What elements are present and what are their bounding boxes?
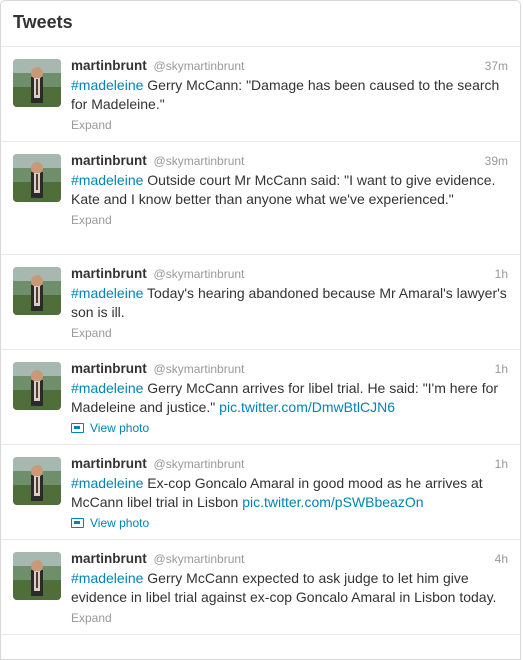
tweet-meta: martinbrunt @skymartinbrunt bbox=[71, 265, 508, 283]
author-name[interactable]: martinbrunt bbox=[71, 266, 147, 281]
author-name[interactable]: martinbrunt bbox=[71, 361, 147, 376]
photo-icon bbox=[71, 518, 84, 528]
avatar-image bbox=[13, 457, 61, 505]
avatar[interactable] bbox=[13, 59, 61, 107]
tweet-text: #madeleine Gerry McCann: "Damage has bee… bbox=[71, 76, 508, 113]
avatar[interactable] bbox=[13, 154, 61, 202]
avatar[interactable] bbox=[13, 362, 61, 410]
tweet-item[interactable]: martinbrunt @skymartinbrunt 39m #madelei… bbox=[1, 142, 520, 255]
author-handle[interactable]: @skymartinbrunt bbox=[154, 457, 245, 471]
tweet-meta: martinbrunt @skymartinbrunt bbox=[71, 360, 508, 378]
view-photo-label: View photo bbox=[90, 516, 150, 530]
hashtag-link[interactable]: #madeleine bbox=[71, 172, 143, 188]
avatar-image bbox=[13, 59, 61, 107]
expand-link[interactable]: Expand bbox=[71, 611, 508, 625]
author-name[interactable]: martinbrunt bbox=[71, 551, 147, 566]
avatar[interactable] bbox=[13, 267, 61, 315]
tweet-time[interactable]: 39m bbox=[485, 154, 508, 168]
tweet-time[interactable]: 1h bbox=[495, 362, 508, 376]
tweet-text: #madeleine Today's hearing abandoned bec… bbox=[71, 284, 508, 321]
author-handle[interactable]: @skymartinbrunt bbox=[154, 552, 245, 566]
avatar[interactable] bbox=[13, 457, 61, 505]
tweet-meta: martinbrunt @skymartinbrunt bbox=[71, 57, 508, 75]
tweet-item[interactable]: martinbrunt @skymartinbrunt 37m #madelei… bbox=[1, 47, 520, 142]
photo-icon bbox=[71, 423, 84, 433]
photo-link[interactable]: pic.twitter.com/DmwBtlCJN6 bbox=[219, 399, 395, 415]
tweet-list: martinbrunt @skymartinbrunt 37m #madelei… bbox=[1, 47, 520, 635]
hashtag-link[interactable]: #madeleine bbox=[71, 475, 143, 491]
tweet-item[interactable]: martinbrunt @skymartinbrunt 4h #madelein… bbox=[1, 540, 520, 635]
tweet-time[interactable]: 1h bbox=[495, 457, 508, 471]
tweet-meta: martinbrunt @skymartinbrunt bbox=[71, 152, 508, 170]
view-photo-label: View photo bbox=[90, 421, 150, 435]
author-name[interactable]: martinbrunt bbox=[71, 58, 147, 73]
author-name[interactable]: martinbrunt bbox=[71, 153, 147, 168]
tweet-text: #madeleine Gerry McCann expected to ask … bbox=[71, 569, 508, 606]
tweet-text: #madeleine Gerry McCann arrives for libe… bbox=[71, 379, 508, 416]
author-handle[interactable]: @skymartinbrunt bbox=[154, 154, 245, 168]
tweet-time[interactable]: 37m bbox=[485, 59, 508, 73]
tweet-text: #madeleine Ex-cop Goncalo Amaral in good… bbox=[71, 474, 508, 511]
tweet-item[interactable]: martinbrunt @skymartinbrunt 1h #madelein… bbox=[1, 445, 520, 540]
author-handle[interactable]: @skymartinbrunt bbox=[154, 59, 245, 73]
author-handle[interactable]: @skymartinbrunt bbox=[154, 362, 245, 376]
avatar-image bbox=[13, 267, 61, 315]
hashtag-link[interactable]: #madeleine bbox=[71, 77, 143, 93]
tweets-panel: Tweets martinbrunt @skymartinbrunt 37m #… bbox=[0, 0, 521, 660]
hashtag-link[interactable]: #madeleine bbox=[71, 570, 143, 586]
tweet-meta: martinbrunt @skymartinbrunt bbox=[71, 455, 508, 473]
panel-title: Tweets bbox=[13, 12, 73, 32]
tweet-time[interactable]: 4h bbox=[495, 552, 508, 566]
view-photo-link[interactable]: View photo bbox=[71, 421, 508, 435]
panel-header: Tweets bbox=[1, 1, 520, 47]
photo-link[interactable]: pic.twitter.com/pSWBbeazOn bbox=[242, 494, 423, 510]
hashtag-link[interactable]: #madeleine bbox=[71, 380, 143, 396]
author-handle[interactable]: @skymartinbrunt bbox=[154, 267, 245, 281]
avatar-image bbox=[13, 154, 61, 202]
hashtag-link[interactable]: #madeleine bbox=[71, 285, 143, 301]
author-name[interactable]: martinbrunt bbox=[71, 456, 147, 471]
tweet-time[interactable]: 1h bbox=[495, 267, 508, 281]
view-photo-link[interactable]: View photo bbox=[71, 516, 508, 530]
tweet-item[interactable]: martinbrunt @skymartinbrunt 1h #madelein… bbox=[1, 350, 520, 445]
tweet-item[interactable]: martinbrunt @skymartinbrunt 1h #madelein… bbox=[1, 255, 520, 350]
expand-link[interactable]: Expand bbox=[71, 118, 508, 132]
expand-link[interactable]: Expand bbox=[71, 213, 508, 227]
expand-link[interactable]: Expand bbox=[71, 326, 508, 340]
avatar-image bbox=[13, 552, 61, 600]
avatar-image bbox=[13, 362, 61, 410]
avatar[interactable] bbox=[13, 552, 61, 600]
tweet-meta: martinbrunt @skymartinbrunt bbox=[71, 550, 508, 568]
tweet-text: #madeleine Outside court Mr McCann said:… bbox=[71, 171, 508, 208]
